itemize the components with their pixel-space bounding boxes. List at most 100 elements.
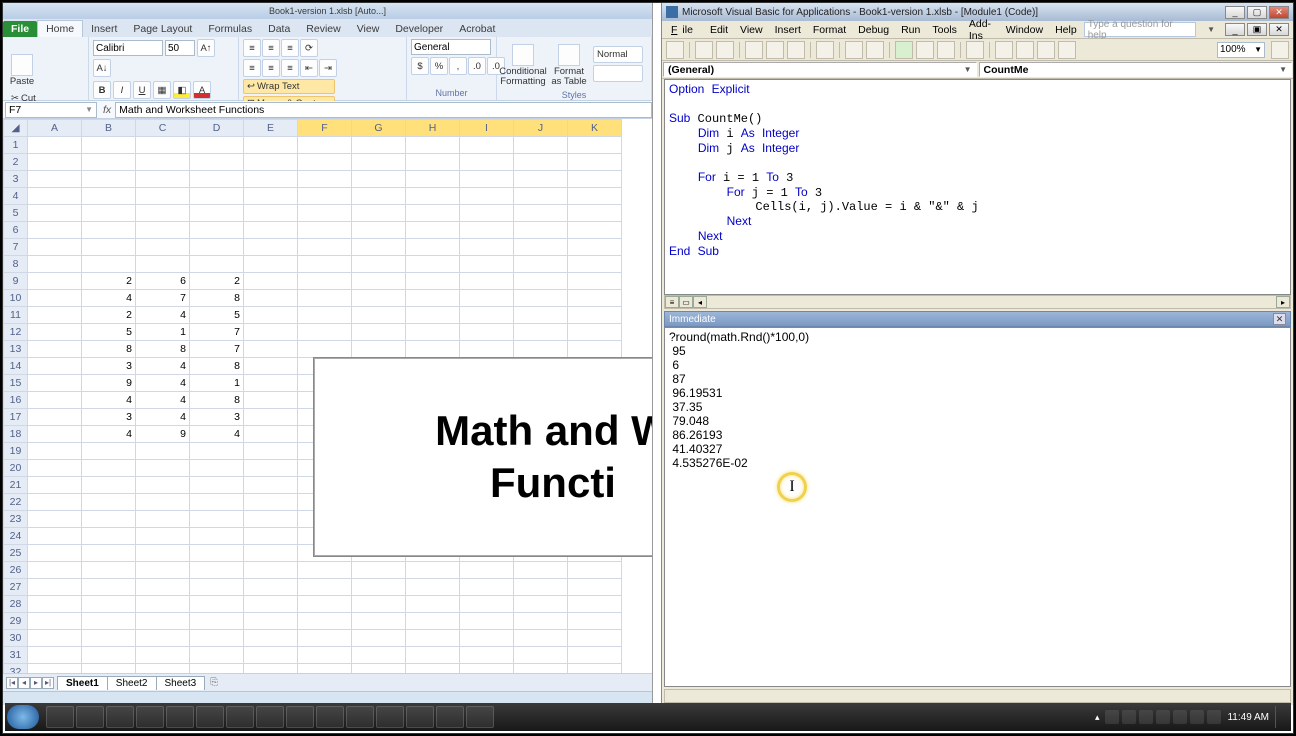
cell-J5[interactable] [514, 205, 568, 222]
cell-F5[interactable] [298, 205, 352, 222]
scroll-right-icon[interactable]: ▸ [1276, 296, 1290, 308]
cell-F12[interactable] [298, 324, 352, 341]
code-editor[interactable]: Option Explicit Sub CountMe() Dim i As I… [664, 79, 1291, 295]
cell-K26[interactable] [568, 562, 622, 579]
cell-B7[interactable] [82, 239, 136, 256]
cell-D13[interactable]: 7 [190, 341, 244, 358]
break-icon[interactable] [916, 41, 934, 59]
row-header-13[interactable]: 13 [4, 341, 28, 358]
zoom-box[interactable]: 100%▼ [1217, 42, 1265, 58]
cell-E23[interactable] [244, 511, 298, 528]
cell-A23[interactable] [28, 511, 82, 528]
cell-K10[interactable] [568, 290, 622, 307]
cell-C13[interactable]: 8 [136, 341, 190, 358]
cell-C22[interactable] [136, 494, 190, 511]
cell-A18[interactable] [28, 426, 82, 443]
object-select[interactable]: (General)▼ [663, 62, 977, 77]
cell-I3[interactable] [460, 171, 514, 188]
indent-inc-icon[interactable]: ⇥ [319, 59, 337, 77]
cell-J8[interactable] [514, 256, 568, 273]
taskbar-item[interactable] [226, 706, 254, 728]
cell-B16[interactable]: 4 [82, 392, 136, 409]
procedure-select[interactable]: CountMe▼ [979, 62, 1293, 77]
tab-home[interactable]: Home [37, 20, 83, 37]
font-color-button[interactable]: A [193, 81, 211, 99]
cell-J29[interactable] [514, 613, 568, 630]
taskbar-item[interactable] [166, 706, 194, 728]
cell-D6[interactable] [190, 222, 244, 239]
wrap-text-button[interactable]: ↩ Wrap Text [243, 79, 335, 94]
cell-H6[interactable] [406, 222, 460, 239]
cell-A4[interactable] [28, 188, 82, 205]
cell-B15[interactable]: 9 [82, 375, 136, 392]
cell-E20[interactable] [244, 460, 298, 477]
cell-A17[interactable] [28, 409, 82, 426]
formula-input[interactable]: Math and Worksheet Functions [115, 102, 652, 118]
row-header-11[interactable]: 11 [4, 307, 28, 324]
row-header-14[interactable]: 14 [4, 358, 28, 375]
cell-E9[interactable] [244, 273, 298, 290]
cell-B17[interactable]: 3 [82, 409, 136, 426]
cell-B31[interactable] [82, 647, 136, 664]
row-header-16[interactable]: 16 [4, 392, 28, 409]
cell-K12[interactable] [568, 324, 622, 341]
cell-A25[interactable] [28, 545, 82, 562]
cell-C28[interactable] [136, 596, 190, 613]
cell-D17[interactable]: 3 [190, 409, 244, 426]
cell-C18[interactable]: 9 [136, 426, 190, 443]
col-header-J[interactable]: J [514, 120, 568, 137]
cell-C30[interactable] [136, 630, 190, 647]
cell-E12[interactable] [244, 324, 298, 341]
taskbar-item[interactable] [136, 706, 164, 728]
cell-D26[interactable] [190, 562, 244, 579]
cell-F10[interactable] [298, 290, 352, 307]
maximize-button[interactable]: ▢ [1247, 6, 1267, 19]
cell-B32[interactable] [82, 664, 136, 674]
redo-icon[interactable] [866, 41, 884, 59]
cell-J26[interactable] [514, 562, 568, 579]
cell-H8[interactable] [406, 256, 460, 273]
cell-K5[interactable] [568, 205, 622, 222]
cell-H10[interactable] [406, 290, 460, 307]
cell-J12[interactable] [514, 324, 568, 341]
cell-I10[interactable] [460, 290, 514, 307]
cell-C31[interactable] [136, 647, 190, 664]
cell-I13[interactable] [460, 341, 514, 358]
tray-icon[interactable] [1207, 710, 1221, 724]
help-search-input[interactable]: Type a question for help [1084, 22, 1196, 37]
menu-help[interactable]: Help [1050, 23, 1082, 37]
row-header-20[interactable]: 20 [4, 460, 28, 477]
new-sheet-icon[interactable]: ⎘ [204, 677, 224, 688]
cell-G30[interactable] [352, 630, 406, 647]
cell-J30[interactable] [514, 630, 568, 647]
cell-H12[interactable] [406, 324, 460, 341]
cell-G1[interactable] [352, 137, 406, 154]
cell-D20[interactable] [190, 460, 244, 477]
cell-F8[interactable] [298, 256, 352, 273]
cell-I8[interactable] [460, 256, 514, 273]
col-header-G[interactable]: G [352, 120, 406, 137]
tab-formulas[interactable]: Formulas [200, 21, 260, 37]
cell-H32[interactable] [406, 664, 460, 674]
cell-G6[interactable] [352, 222, 406, 239]
cell-E30[interactable] [244, 630, 298, 647]
border-button[interactable]: ▦ [153, 81, 171, 99]
col-header-E[interactable]: E [244, 120, 298, 137]
row-header-2[interactable]: 2 [4, 154, 28, 171]
cell-C24[interactable] [136, 528, 190, 545]
paste-button[interactable]: Paste [7, 39, 37, 89]
cell-C17[interactable]: 4 [136, 409, 190, 426]
cell-A21[interactable] [28, 477, 82, 494]
cell-A27[interactable] [28, 579, 82, 596]
cell-K3[interactable] [568, 171, 622, 188]
cell-K9[interactable] [568, 273, 622, 290]
object-browser-icon[interactable] [1037, 41, 1055, 59]
cell-I28[interactable] [460, 596, 514, 613]
cell-D7[interactable] [190, 239, 244, 256]
cell-D3[interactable] [190, 171, 244, 188]
row-header-29[interactable]: 29 [4, 613, 28, 630]
cell-K32[interactable] [568, 664, 622, 674]
mdi-min-button[interactable]: _ [1225, 23, 1245, 36]
cell-I31[interactable] [460, 647, 514, 664]
cell-B11[interactable]: 2 [82, 307, 136, 324]
